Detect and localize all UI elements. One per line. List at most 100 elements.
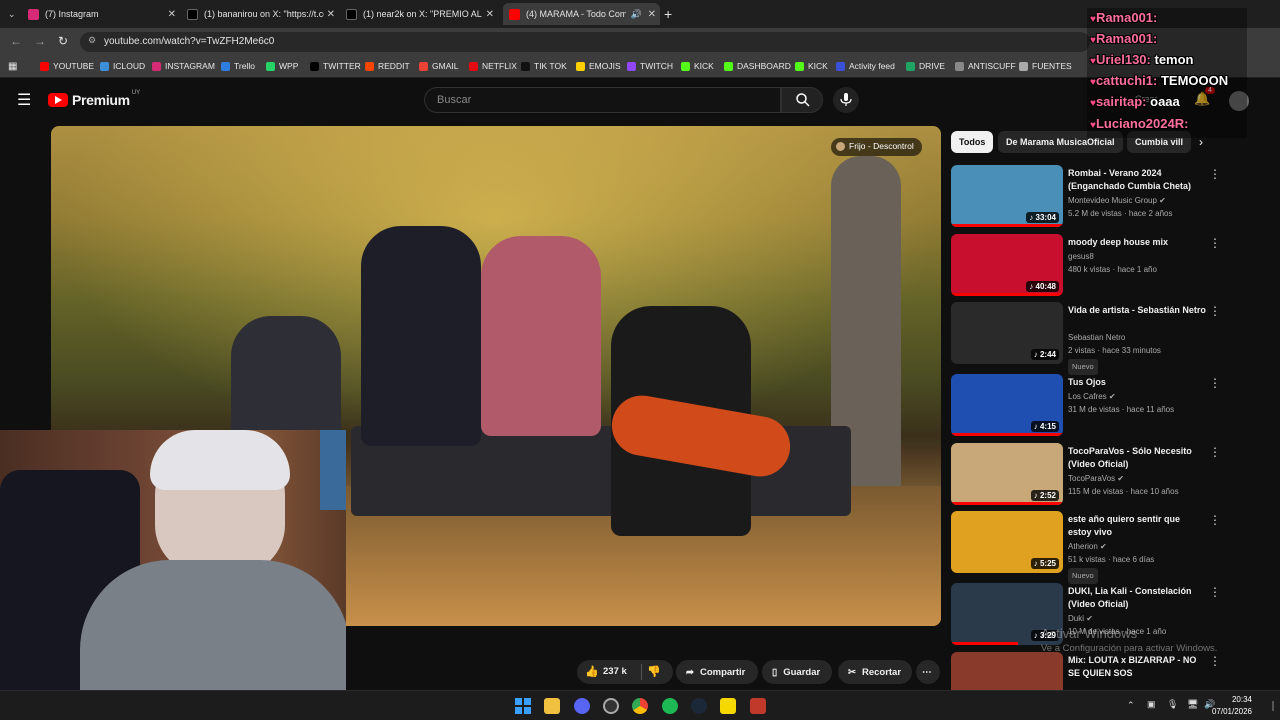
save-button[interactable]: ▯ Guardar [762,660,832,684]
microphone-tray-icon[interactable]: 🎙 [1167,699,1178,710]
youtube-premium-logo[interactable]: Premium UY [48,90,140,108]
more-vertical-icon[interactable]: ⋮ [1209,585,1221,599]
video-title[interactable]: DUKI, Lia Kali - Constelación (Video Ofi… [1068,585,1206,611]
more-vertical-icon[interactable]: ⋮ [1209,376,1221,390]
network-icon[interactable]: 🖥 [1187,699,1198,710]
more-vertical-icon[interactable]: ⋮ [1209,167,1221,181]
filter-chip-all[interactable]: Todos [951,131,994,153]
video-title[interactable]: Vida de artista - Sebastián Netro [1068,304,1206,317]
recommendation-item[interactable]: ♪ 2:52 TocoParaVos - Sólo Necesito (Video… [951,443,1271,507]
video-thumbnail[interactable]: ♪ 40:48 [951,234,1063,296]
video-title[interactable]: Tus Ojos [1068,376,1206,389]
more-vertical-icon[interactable]: ⋮ [1209,654,1221,668]
channel-name[interactable]: Los Cafres ✔ [1068,391,1116,403]
tab-x-near2k[interactable]: (1) near2k on X: "PREMIO AL G ✕ [346,3,498,25]
close-tab-icon[interactable]: ✕ [327,9,335,20]
bookmark-fuentes[interactable]: FUENTES [1019,61,1072,71]
sticky-notes-icon[interactable] [720,698,736,714]
tab-x-bananirou[interactable]: (1) bananirou on X: "https://t.co ✕ [187,3,339,25]
reload-icon[interactable]: ↻ [58,34,68,48]
video-thumbnail[interactable]: ♪ 5:25 [951,511,1063,573]
bookmark-kick[interactable]: KICK [681,61,714,71]
bookmark-activity-feed[interactable]: Activity feed [836,61,895,71]
video-thumbnail[interactable]: ♪ 2:52 [951,443,1063,505]
video-title[interactable]: Mix: LOUTA x BIZARRAP - NO SE QUIEN SOS [1068,654,1206,680]
back-arrow-icon[interactable]: ← [10,34,22,48]
recommendation-item[interactable]: ♪ 5:25 este año quiero sentir que estoy v… [951,511,1271,584]
channel-name[interactable]: Montevideo Music Group ✔ [1068,195,1166,207]
bookmark-tik-tok[interactable]: TIK TOK [521,61,567,71]
search-button[interactable] [781,87,823,113]
spotify-icon[interactable] [662,698,678,714]
bookmark-trello[interactable]: Trello [221,61,255,71]
bookmark-kick[interactable]: KICK [795,61,828,71]
bookmark-antiscuff[interactable]: ANTISCUFF [955,61,1016,71]
video-thumbnail[interactable]: ♪ 2:44 [951,302,1063,364]
tray-chevron-icon[interactable]: ⌃ [1127,700,1135,711]
more-vertical-icon[interactable]: ⋮ [1209,513,1221,527]
video-thumbnail[interactable]: ♪ 4:15 [951,374,1063,436]
site-info-icon[interactable]: ⚙ [88,35,96,46]
bookmark-drive[interactable]: DRIVE [906,61,945,71]
forward-arrow-icon[interactable]: → [34,34,46,48]
bookmark-gmail[interactable]: GMAIL [419,61,458,71]
bookmark-reddit[interactable]: REDDIT [365,61,410,71]
tray-app-icon[interactable]: ▣ [1147,699,1156,710]
channel-name[interactable]: Sebastian Netro [1068,332,1125,344]
more-vertical-icon[interactable]: ⋮ [1209,304,1221,318]
voice-search-button[interactable] [833,87,859,113]
discord-icon[interactable] [574,698,590,714]
new-tab-button[interactable]: + [664,3,678,25]
video-title[interactable]: TocoParaVos - Sólo Necesito (Video Ofici… [1068,445,1206,471]
close-tab-icon[interactable]: ✕ [648,9,656,20]
system-clock[interactable]: 20:34 07/01/2026 [1212,694,1252,718]
channel-chip[interactable]: Frijo - Descontrol [831,138,922,156]
tab-marama-youtube[interactable]: (4) MARAMA - Todo Come 🔊 ✕ [503,3,660,25]
address-bar[interactable]: ⚙ youtube.com/watch?v=TwZFH2Me6c0 [80,32,1090,52]
channel-name[interactable]: Duki ✔ [1068,613,1093,625]
bookmark-wpp[interactable]: WPP [266,61,298,71]
video-title[interactable]: este año quiero sentir que estoy vivo [1068,513,1206,539]
like-button[interactable]: 👍 [585,665,599,678]
chrome-icon[interactable] [632,698,648,714]
video-title[interactable]: Rombai - Verano 2024 (Enganchado Cumbia … [1068,167,1206,193]
app-icon[interactable] [750,698,766,714]
clip-button[interactable]: ✂ Recortar [838,660,912,684]
more-vertical-icon[interactable]: ⋮ [1209,236,1221,250]
channel-name[interactable]: Atherion ✔ [1068,541,1107,553]
video-thumbnail[interactable]: ♪ 33:04 [951,165,1063,227]
windows-start-icon[interactable] [515,698,531,714]
tab-search-dropdown-icon[interactable]: ⌄ [8,3,22,25]
file-explorer-icon[interactable] [544,698,560,714]
bookmark-icloud[interactable]: ICLOUD [100,61,145,71]
show-desktop-button[interactable] [1272,701,1274,711]
channel-name[interactable]: TocoParaVos ✔ [1068,473,1124,485]
channel-name[interactable]: gesus8 [1068,251,1094,263]
close-tab-icon[interactable]: ✕ [168,9,176,20]
bookmark-dashboard[interactable]: DASHBOARD [724,61,791,71]
recommendation-item[interactable]: ♪ 40:48 moody deep house mix gesus8 480 k v… [951,234,1271,298]
recommendation-item[interactable]: ♪ 33:04 Rombai - Verano 2024 (Enganchado … [951,165,1271,229]
menu-hamburger-icon[interactable]: ☰ [17,90,31,110]
bookmark-twitch[interactable]: TWITCH [627,61,673,71]
close-tab-icon[interactable]: ✕ [486,9,494,20]
recommendation-item[interactable]: ♪ 4:15 Tus Ojos Los Cafres ✔ 31 M de vistas… [951,374,1271,438]
bookmark-instagram[interactable]: INSTAGRAM [152,61,215,71]
audio-playing-icon[interactable]: 🔊 [631,9,642,20]
more-vertical-icon[interactable]: ⋮ [1209,445,1221,459]
bookmark-netflix[interactable]: NETFLIX [469,61,517,71]
bookmark-youtube[interactable]: YOUTUBE [40,61,94,71]
recommendation-item[interactable]: ♪ 2:44 Vida de artista - Sebastián Netro S… [951,302,1271,375]
video-title[interactable]: moody deep house mix [1068,236,1206,249]
search-input[interactable]: Buscar [424,87,781,113]
youtube-favicon-icon [509,8,520,20]
more-actions-button[interactable]: ⋯ [916,660,940,684]
dislike-button[interactable]: 👎 [647,665,661,678]
bookmark-twitter[interactable]: TWITTER [310,61,361,71]
obs-icon[interactable] [603,698,619,714]
bookmark-emojis[interactable]: EMOJIS [576,61,621,71]
share-button[interactable]: ➦ Compartir [676,660,758,684]
apps-grid-icon[interactable]: ▦ [8,61,17,72]
tab-instagram[interactable]: (7) Instagram ✕ [28,3,180,25]
steam-icon[interactable] [691,698,707,714]
